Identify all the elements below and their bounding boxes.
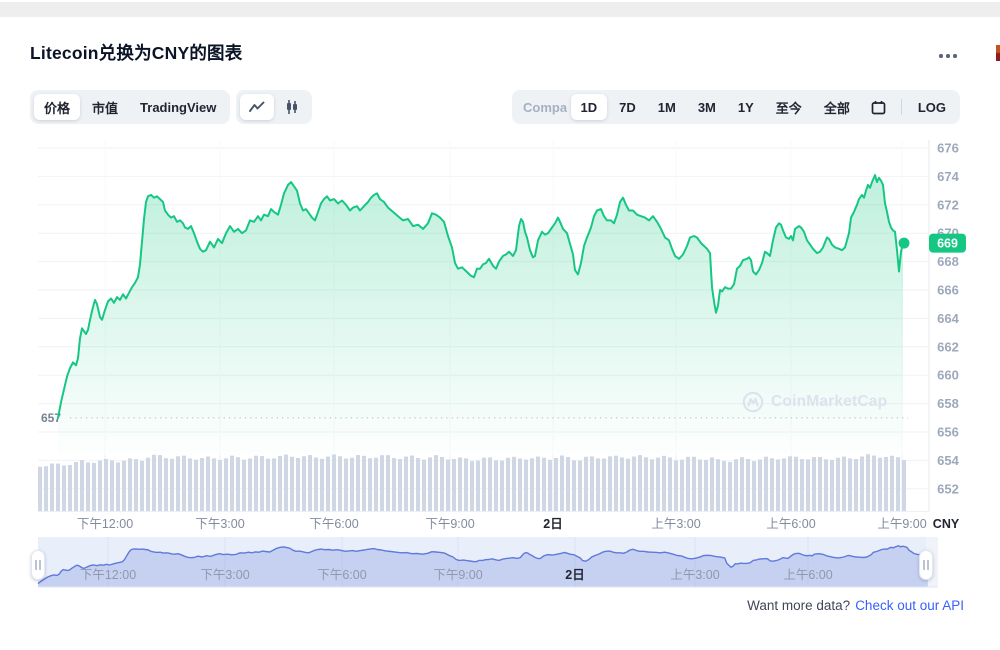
x-axis-label: 下午9:00: [425, 517, 474, 531]
y-axis-label: 664: [937, 311, 959, 326]
y-axis-label: 668: [937, 254, 959, 269]
tab-tradingview[interactable]: TradingView: [130, 94, 226, 120]
timeframe-3m[interactable]: 3M: [688, 94, 726, 120]
coinmarketcap-logo-icon: [742, 391, 764, 413]
x-axis-label: 上午6:00: [766, 517, 815, 531]
candlestick-icon: [285, 99, 299, 115]
volume-bars: [38, 454, 906, 511]
line-chart-icon: [249, 101, 265, 113]
current-price-dot: [899, 238, 910, 249]
timeframe-7d[interactable]: 7D: [609, 94, 646, 120]
calendar-icon: [871, 100, 886, 115]
y-axis-label: 666: [937, 283, 959, 298]
timeframe-至今[interactable]: 至今: [766, 94, 812, 120]
line-chart-type-button[interactable]: [240, 94, 274, 120]
navigator-label: 2日: [565, 568, 584, 582]
navigator-handle-left[interactable]: [31, 550, 45, 580]
timeframe-selector: 1D7D1M3M1Y至今全部 LOG: [567, 90, 960, 124]
candlestick-chart-type-button[interactable]: [276, 94, 308, 120]
coinmarketcap-watermark: CoinMarketCap: [742, 391, 887, 413]
price-area-fill: [58, 175, 903, 455]
api-promo: Want more data? Check out our API: [747, 598, 964, 613]
y-axis-label: 676: [937, 141, 959, 156]
calendar-button[interactable]: [862, 94, 895, 120]
x-axis-labels: 下午12:00 下午3:00 下午6:00 下午9:00 2日 上午3:00 上午6:00 上…: [77, 517, 960, 531]
timeframe-1d[interactable]: 1D: [571, 94, 608, 120]
current-price-badge: 669: [929, 234, 966, 253]
litecoin-chart-page: Litecoin兑换为CNY的图表 价格市值TradingView: [0, 0, 1000, 650]
watermark-text: CoinMarketCap: [771, 393, 887, 411]
chart-toolbar: 价格市值TradingView Compare with: [0, 90, 1000, 124]
navigator-label: 下午6:00: [317, 568, 366, 582]
y-axis-labels: 676674672670668666664662660658656654652: [937, 141, 959, 497]
y-axis-label: 654: [937, 453, 959, 468]
price-market-tabs: 价格市值TradingView: [30, 90, 230, 124]
y-axis-label: 672: [937, 197, 959, 212]
x-axis-label: 下午12:00: [77, 517, 133, 531]
x-axis-label: 下午6:00: [309, 517, 358, 531]
y-axis-label: 658: [937, 396, 959, 411]
navigator-label: 下午3:00: [200, 568, 249, 582]
tab-marketcap[interactable]: 市值: [82, 94, 128, 120]
timeframe-1m[interactable]: 1M: [648, 94, 686, 120]
chart-type-toggle: [236, 90, 312, 124]
timeframe-全部[interactable]: 全部: [814, 94, 860, 120]
navigator-label: 下午12:00: [80, 568, 136, 582]
navigator-label: 下午9:00: [433, 568, 482, 582]
x-axis-label: 2日: [543, 517, 562, 531]
tab-price[interactable]: 价格: [34, 94, 80, 120]
x-axis-label: 上午9:00: [877, 517, 926, 531]
x-axis-label: CNY: [933, 517, 960, 531]
y-axis-label: 660: [937, 368, 959, 383]
navigator-label: 上午6:00: [783, 568, 832, 582]
y-axis-label: 652: [937, 481, 959, 496]
y-axis-label: 662: [937, 339, 959, 354]
api-link[interactable]: Check out our API: [855, 598, 964, 613]
x-axis-label: 上午3:00: [651, 517, 700, 531]
timeframe-1y[interactable]: 1Y: [728, 94, 764, 120]
navigator: 下午12:00 下午3:00 下午6:00 下午9:00 2日 上午3:00 上午6:00: [38, 537, 938, 587]
y-axis-label: 674: [937, 169, 959, 184]
navigator-label: 上午3:00: [670, 568, 719, 582]
timeframe-log[interactable]: LOG: [908, 94, 956, 120]
navigator-handle-right[interactable]: [919, 550, 933, 580]
svg-text:669: 669: [937, 237, 958, 251]
toolbar-divider: [901, 99, 902, 115]
y-axis-label: 656: [937, 425, 959, 440]
x-axis-label: 下午3:00: [195, 517, 244, 531]
api-promo-text: Want more data?: [747, 598, 850, 613]
